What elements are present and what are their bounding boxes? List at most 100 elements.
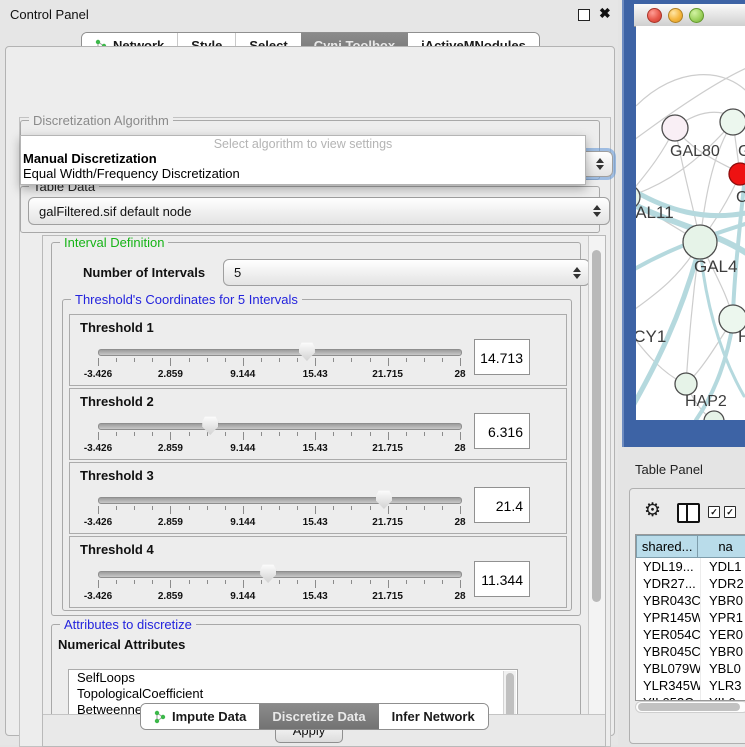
slider-tick xyxy=(370,506,371,510)
table-row[interactable]: YLR345WYLR3 xyxy=(636,677,745,694)
slider-tick xyxy=(351,580,352,584)
table-row[interactable]: YDR27...YDR2 xyxy=(636,575,745,592)
slider-tick xyxy=(261,580,262,584)
table-cell: YBL0 xyxy=(701,660,745,677)
attributes-list-scrollbar[interactable] xyxy=(503,671,516,714)
slider-tick xyxy=(207,506,208,510)
slider-tick xyxy=(134,432,135,436)
slider-tick-label: 21.715 xyxy=(372,517,403,528)
slider-track[interactable] xyxy=(98,423,462,430)
threshold-slider[interactable]: -3.4262.8599.14415.4321.71528 xyxy=(98,489,460,531)
slider-tick-label: -3.426 xyxy=(84,369,112,380)
tab-impute-data[interactable]: Impute Data xyxy=(141,704,259,729)
slider-tick xyxy=(152,432,153,436)
attribute-list-item[interactable]: TopologicalCoefficient xyxy=(69,686,517,702)
slider-thumb[interactable] xyxy=(376,490,392,509)
dropdown-option[interactable]: Manual Discretization xyxy=(21,151,585,166)
gear-icon[interactable]: ⚙ xyxy=(644,499,661,522)
close-traffic-light-icon[interactable] xyxy=(647,8,662,23)
slider-thumb[interactable] xyxy=(260,564,276,583)
network-window-titlebar[interactable] xyxy=(634,4,745,27)
table-row[interactable]: YBR045CYBR0 xyxy=(636,643,745,660)
table-row[interactable]: YDL19...YDL1 xyxy=(636,558,745,575)
table-row[interactable]: YBL079WYBL0 xyxy=(636,660,745,677)
checkbox-icon[interactable]: ✓ xyxy=(708,506,720,518)
threshold-slider[interactable]: -3.4262.8599.14415.4321.71528 xyxy=(98,415,460,457)
slider-tick xyxy=(388,580,389,588)
threshold-value-field[interactable]: 6.316 xyxy=(474,413,530,449)
node-red-selected[interactable] xyxy=(729,163,745,185)
zoom-traffic-light-icon[interactable] xyxy=(689,8,704,23)
scrollbar-thumb[interactable] xyxy=(638,703,740,711)
table-row[interactable]: YBR043CYBR0 xyxy=(636,592,745,609)
node-attribute-table[interactable]: shared...na YDL19...YDL1YDR27...YDR2YBR0… xyxy=(635,534,745,701)
minimize-traffic-light-icon[interactable] xyxy=(668,8,683,23)
table-column-header[interactable]: shared... xyxy=(636,535,698,558)
slider-tick xyxy=(261,432,262,436)
slider-tick-label: 15.43 xyxy=(303,591,328,602)
slider-tick xyxy=(279,358,280,362)
table-cell: YBR043C xyxy=(636,592,701,609)
slider-tick xyxy=(279,432,280,436)
table-column-header[interactable]: na xyxy=(698,535,745,558)
network-canvas[interactable]: GAL80 GA C GAL11 GAL4 GCY1 H HAP2 xyxy=(636,26,745,420)
tab-discretize-data[interactable]: Discretize Data xyxy=(259,704,378,729)
slider-tick xyxy=(134,358,135,362)
slider-track[interactable] xyxy=(98,571,462,578)
threshold-value-field[interactable]: 11.344 xyxy=(474,561,530,597)
slider-track[interactable] xyxy=(98,497,462,504)
slider-tick xyxy=(261,358,262,362)
slider-tick xyxy=(442,358,443,362)
slider-tick xyxy=(207,580,208,584)
node-gal80[interactable] xyxy=(662,115,688,141)
slider-tick-label: 2.859 xyxy=(158,517,183,528)
close-icon[interactable]: ✖ xyxy=(599,5,611,22)
table-cell: YIL0 xyxy=(701,694,745,701)
table-row[interactable]: YPR145WYPR1 xyxy=(636,609,745,626)
scrollbar-thumb[interactable] xyxy=(592,250,601,602)
table-panel: ⚙ ✓ ✓ shared...na YDL19...YDL1YDR27...YD… xyxy=(629,488,745,744)
slider-tick xyxy=(170,358,171,366)
slider-tick xyxy=(315,580,316,588)
tab-infer-network[interactable]: Infer Network xyxy=(379,704,488,729)
threshold-value-field[interactable]: 14.713 xyxy=(474,339,530,375)
dropdown-option[interactable]: Equal Width/Frequency Discretization xyxy=(21,166,585,181)
vertical-scrollbar[interactable] xyxy=(588,236,605,714)
node-label-gal80: GAL80 xyxy=(670,143,720,160)
attribute-list-item[interactable]: SelfLoops xyxy=(69,670,517,686)
slider-tick xyxy=(388,358,389,366)
slider-tick xyxy=(225,432,226,436)
table-cell: YLR345W xyxy=(636,677,701,694)
tab-label: Discretize Data xyxy=(272,709,365,724)
threshold-slider[interactable]: -3.4262.8599.14415.4321.71528 xyxy=(98,563,460,605)
bottom-tab-bar: Impute Data Discretize Data Infer Network xyxy=(140,703,489,730)
slider-tick xyxy=(297,580,298,584)
slider-tick xyxy=(315,358,316,366)
slider-thumb[interactable] xyxy=(202,416,218,435)
combo-arrows-icon xyxy=(595,157,604,171)
node-hap2[interactable] xyxy=(675,373,697,395)
slider-thumb[interactable] xyxy=(299,342,315,361)
table-row[interactable]: YER054CYER0 xyxy=(636,626,745,643)
slider-track[interactable] xyxy=(98,349,462,356)
split-view-icon[interactable] xyxy=(677,503,700,523)
node-gal4[interactable] xyxy=(683,225,717,259)
float-window-icon[interactable] xyxy=(578,9,590,21)
table-row[interactable]: YIL052CYIL0 xyxy=(636,694,745,701)
table-data-combobox[interactable]: galFiltered.sif default node xyxy=(28,197,610,225)
threshold-row: Threshold 4-3.4262.8599.14415.4321.71528… xyxy=(69,536,567,608)
node-bottom[interactable] xyxy=(704,411,724,420)
node-top-right[interactable] xyxy=(720,109,745,135)
threshold-slider[interactable]: -3.4262.8599.14415.4321.71528 xyxy=(98,341,460,383)
control-panel-titlebar: Control Panel ✖ xyxy=(0,0,618,28)
table-horizontal-scrollbar[interactable] xyxy=(635,701,745,713)
threshold-value-field[interactable]: 21.4 xyxy=(474,487,530,523)
checkbox-icon[interactable]: ✓ xyxy=(724,506,736,518)
num-intervals-combobox[interactable]: 5 xyxy=(223,259,590,286)
table-panel-titlebar: Table Panel xyxy=(622,452,745,486)
slider-tick xyxy=(406,432,407,436)
combo-arrows-icon xyxy=(592,204,601,218)
cyni-toolbox-panel: Discretization Algorithm Select algorith… xyxy=(5,46,615,736)
interval-definition-group: Interval Definition Number of Intervals … xyxy=(51,242,581,616)
table-data-selected: galFiltered.sif default node xyxy=(39,204,191,219)
